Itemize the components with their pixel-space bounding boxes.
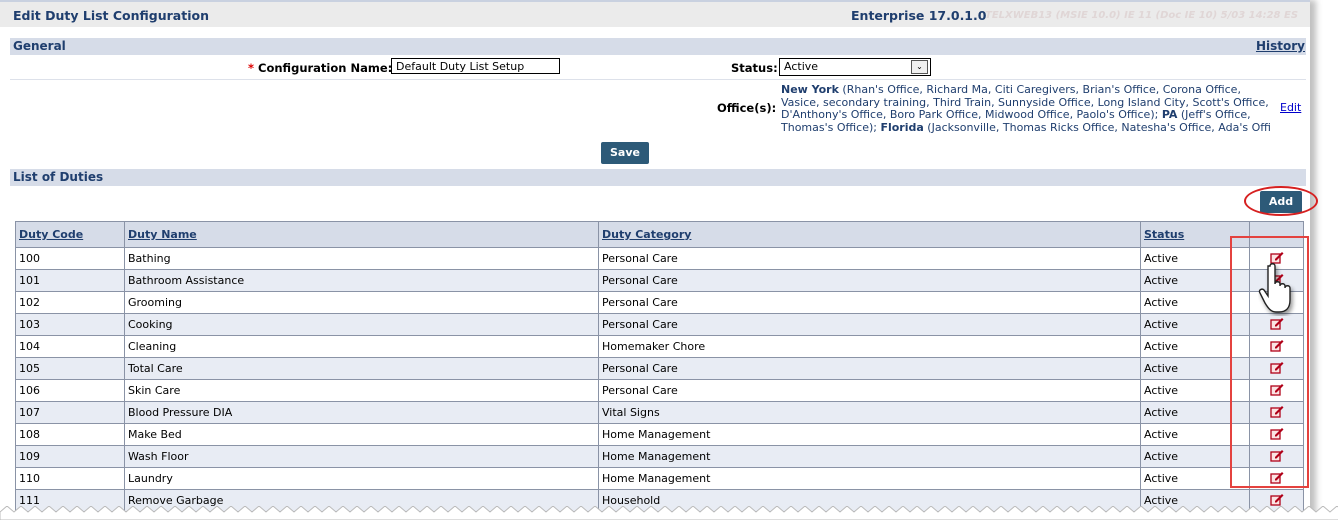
- duty-code: 109: [15, 445, 125, 468]
- duties-table: Duty Code Duty Name Duty Category Status…: [15, 221, 1304, 512]
- page: Edit Duty List Configuration Enterprise …: [0, 0, 1318, 519]
- duty-name: Blood Pressure DIA: [124, 401, 599, 424]
- table-row: 110 Laundry Home Management Active: [15, 467, 1304, 490]
- duty-code: 102: [15, 291, 125, 314]
- duty-code: 105: [15, 357, 125, 380]
- page-title: Edit Duty List Configuration: [13, 8, 209, 23]
- sort-duty-name[interactable]: Duty Name: [128, 228, 197, 241]
- table-row: 103 Cooking Personal Care Active: [15, 313, 1304, 336]
- duty-name: Wash Floor: [124, 445, 599, 468]
- office-list: (Jacksonville, Thomas Ricks Office, Nate…: [923, 120, 1271, 134]
- edit-offices-link[interactable]: Edit: [1280, 101, 1301, 114]
- duty-code: 107: [15, 401, 125, 424]
- duty-code: 106: [15, 379, 125, 402]
- torn-edge: [0, 506, 1338, 520]
- duty-code: 103: [15, 313, 125, 336]
- duties-section-header: List of Duties: [10, 169, 1306, 186]
- duty-category: Personal Care: [598, 247, 1141, 270]
- duty-code: 101: [15, 269, 125, 292]
- column-header[interactable]: Duty Name: [124, 221, 599, 248]
- duty-code: 110: [15, 467, 125, 490]
- duty-name: Make Bed: [124, 423, 599, 446]
- status-value: Active: [784, 60, 819, 73]
- duty-category: Personal Care: [598, 379, 1141, 402]
- config-name-input[interactable]: Default Duty List Setup: [391, 58, 560, 74]
- duty-category: Home Management: [598, 467, 1141, 490]
- offices-list: New York (Rhan's Office, Richard Ma, Cit…: [781, 83, 1275, 134]
- table-row: 108 Make Bed Home Management Active: [15, 423, 1304, 446]
- status-select[interactable]: Active ⌄: [779, 58, 931, 76]
- history-link[interactable]: History: [1256, 39, 1305, 53]
- office-state: PA: [1161, 108, 1178, 121]
- config-name-label-text: Configuration Name:: [258, 61, 393, 75]
- table-row: 106 Skin Care Personal Care Active: [15, 379, 1304, 402]
- table-row: 107 Blood Pressure DIA Vital Signs Active: [15, 401, 1304, 424]
- table-row: 104 Cleaning Homemaker Chore Active: [15, 335, 1304, 358]
- table-row: 109 Wash Floor Home Management Active: [15, 445, 1304, 468]
- duty-category: Personal Care: [598, 313, 1141, 336]
- duties-title: List of Duties: [13, 170, 104, 184]
- duty-category: Home Management: [598, 423, 1141, 446]
- duty-name: Cleaning: [124, 335, 599, 358]
- duty-category: Vital Signs: [598, 401, 1141, 424]
- duty-name: Skin Care: [124, 379, 599, 402]
- duty-code: 100: [15, 247, 125, 270]
- duty-name: Bathroom Assistance: [124, 269, 599, 292]
- column-header[interactable]: Duty Code: [15, 221, 125, 248]
- environment-label: TELXWEB13 (MSIE 10.0) IE 11 (Doc IE 10) …: [985, 10, 1299, 21]
- table-row: 102 Grooming Personal Care Active: [15, 291, 1304, 314]
- highlight-ellipse: [1244, 186, 1318, 216]
- table-row: 101 Bathroom Assistance Personal Care Activ…: [15, 269, 1304, 292]
- duty-name: Cooking: [124, 313, 599, 336]
- general-title: General: [13, 39, 66, 53]
- duty-name: Laundry: [124, 467, 599, 490]
- chevron-down-icon[interactable]: ⌄: [911, 60, 928, 74]
- status-label: Status:: [731, 61, 778, 75]
- edit-icon[interactable]: [1269, 492, 1284, 506]
- duty-code: 104: [15, 335, 125, 358]
- office-state: New York: [781, 83, 839, 96]
- duty-name: Grooming: [124, 291, 599, 314]
- table-row: 105 Total Care Personal Care Active: [15, 357, 1304, 380]
- hand-cursor-icon: [1258, 263, 1291, 313]
- duty-name: Total Care: [124, 357, 599, 380]
- general-section-header: General History: [10, 38, 1306, 55]
- table-header-row: Duty Code Duty Name Duty Category Status: [15, 221, 1304, 248]
- duty-name: Bathing: [124, 247, 599, 270]
- divider: [10, 79, 1306, 80]
- sort-duty-category[interactable]: Duty Category: [602, 228, 691, 241]
- page-header: Edit Duty List Configuration Enterprise …: [0, 2, 1310, 27]
- duty-category: Home Management: [598, 445, 1141, 468]
- duty-category: Personal Care: [598, 269, 1141, 292]
- sort-duty-code[interactable]: Duty Code: [19, 228, 83, 241]
- duty-category: Homemaker Chore: [598, 335, 1141, 358]
- required-marker: *: [248, 61, 255, 75]
- column-header[interactable]: Duty Category: [598, 221, 1141, 248]
- duty-category: Personal Care: [598, 357, 1141, 380]
- sort-status[interactable]: Status: [1144, 228, 1184, 241]
- version-label: Enterprise 17.0.1.0: [851, 8, 987, 23]
- save-button[interactable]: Save: [601, 142, 649, 164]
- duty-category: Personal Care: [598, 291, 1141, 314]
- table-row: 100 Bathing Personal Care Active: [15, 247, 1304, 270]
- config-name-label: * Configuration Name:: [248, 61, 392, 75]
- duty-code: 108: [15, 423, 125, 446]
- office-state: Florida: [880, 120, 924, 134]
- offices-label: Office(s):: [717, 101, 777, 115]
